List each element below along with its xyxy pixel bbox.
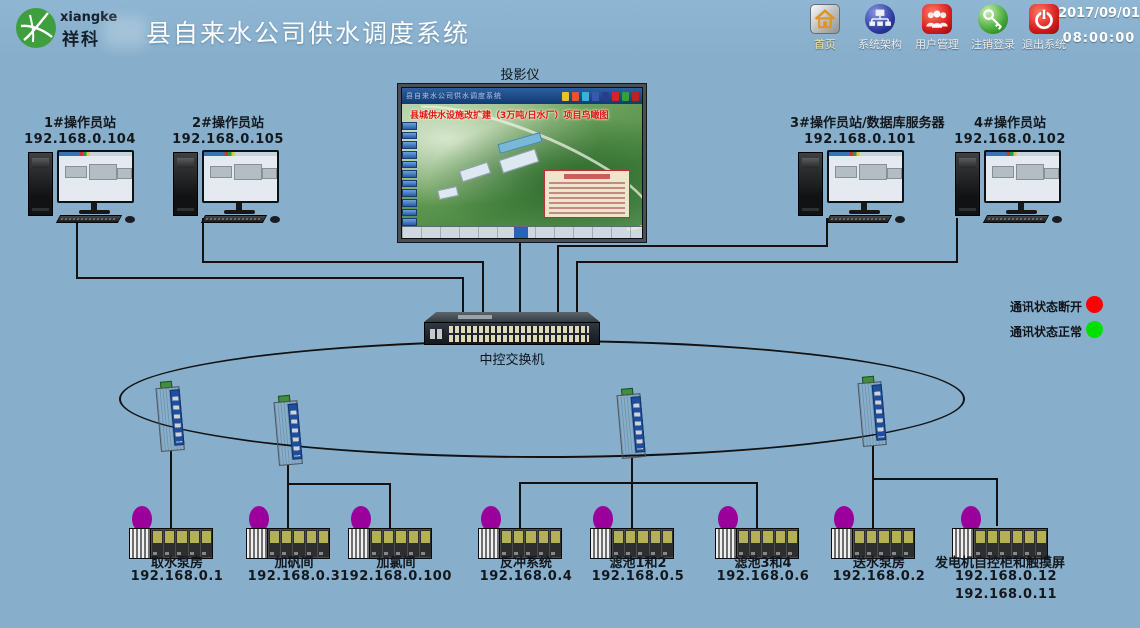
nav-architecture-button[interactable]: 系统架构	[852, 4, 908, 52]
projector-screen: 县自来水公司供水调度系统 县城供水设施改扩建（3万吨/日水厂）项目鸟瞰图	[398, 84, 646, 242]
page-title: 县自来水公司供水调度系统	[146, 14, 470, 50]
projector-info-box	[544, 170, 630, 218]
computer-icon	[798, 150, 904, 224]
plc-station-generator: 发电机自控柜和触摸屏 192.168.0.12 192.168.0.11	[930, 503, 1070, 613]
projector-label: 投影仪	[460, 64, 580, 83]
nav-users-label: 用户管理	[909, 36, 965, 52]
projector-banner: 县城供水设施改扩建（3万吨/日水厂）项目鸟瞰图	[410, 108, 640, 121]
legend-normal-label: 通讯状态正常	[992, 323, 1082, 340]
computer-icon	[28, 150, 134, 224]
projector-title-text: 县自来水公司供水调度系统	[402, 91, 562, 101]
projector-statusbar	[402, 226, 642, 238]
workstation-name: 1#操作员站	[10, 112, 150, 131]
date-display: 2017/09/01	[1058, 6, 1140, 21]
nav-home-button[interactable]: 首页	[797, 4, 853, 52]
wire	[287, 483, 391, 485]
workstation-ip: 192.168.0.101	[790, 132, 930, 147]
projector-aerial-map: 县城供水设施改扩建（3万吨/日水厂）项目鸟瞰图	[402, 104, 642, 226]
wire	[462, 277, 464, 315]
topology-icon[interactable]	[865, 4, 895, 34]
plc-station-delivery-pump: 送水泵房 192.168.0.2	[803, 503, 943, 613]
workstation-2: 2#操作员站 192.168.0.105	[158, 110, 298, 228]
plc-ip: 192.168.0.2	[803, 569, 943, 584]
legend-normal-dot	[1086, 321, 1103, 338]
logo-text-cn: 祥科	[62, 25, 100, 50]
plc-ip-2: 192.168.0.11	[930, 587, 1070, 602]
wire	[202, 261, 484, 263]
wire	[76, 277, 464, 279]
logo-icon	[14, 6, 58, 50]
workstation-4: 4#操作员站 192.168.0.102	[940, 110, 1080, 228]
plc-ip: 192.168.0.5	[562, 569, 702, 584]
time-display: 08:00:00	[1058, 31, 1140, 46]
datetime: 2017/09/01 08:00:00	[1058, 6, 1140, 46]
workstation-1: 1#操作员站 192.168.0.104	[10, 110, 150, 228]
key-icon[interactable]	[978, 4, 1008, 34]
workstation-name: 3#操作员站/数据库服务器	[790, 112, 930, 131]
nav-architecture-label: 系统架构	[852, 36, 908, 52]
wire	[482, 261, 484, 315]
plc-station-chlorination: 加氯间 192.168.0.100	[320, 503, 460, 613]
plc-ip: 192.168.0.100	[320, 569, 460, 584]
switch-uplink-ports	[430, 329, 444, 339]
map-building	[437, 186, 459, 200]
wire	[557, 245, 828, 247]
power-icon[interactable]	[1029, 4, 1059, 34]
central-switch-label: 中控交换机	[442, 349, 582, 368]
computer-icon	[955, 150, 1061, 224]
wire	[872, 478, 998, 480]
computer-icon	[173, 150, 279, 224]
projector-titlebar: 县自来水公司供水调度系统	[402, 88, 642, 104]
projector-menu-buttons	[402, 120, 417, 226]
nav-home-label: 首页	[797, 36, 853, 52]
projector-scada-view: 县自来水公司供水调度系统 县城供水设施改扩建（3万吨/日水厂）项目鸟瞰图	[402, 88, 642, 238]
workstation-ip: 192.168.0.104	[10, 132, 150, 147]
workstation-name: 2#操作员站	[158, 112, 298, 131]
home-icon[interactable]	[810, 4, 840, 34]
wire	[519, 242, 521, 315]
legend-disconnected-dot	[1086, 296, 1103, 313]
wire	[576, 261, 578, 315]
central-switch	[424, 312, 600, 350]
workstation-ip: 192.168.0.105	[158, 132, 298, 147]
users-icon[interactable]	[922, 4, 952, 34]
workstation-ip: 192.168.0.102	[940, 132, 1080, 147]
workstation-3: 3#操作员站/数据库服务器 192.168.0.101	[790, 110, 930, 228]
wire	[576, 261, 958, 263]
plc-ip: 192.168.0.12	[930, 569, 1070, 584]
nav-users-button[interactable]: 用户管理	[909, 4, 965, 52]
wire	[557, 245, 559, 315]
projector-status-notch	[514, 227, 528, 238]
nav-logout-label: 注销登录	[965, 36, 1021, 52]
legend-disconnected-label: 通讯状态断开	[992, 298, 1082, 315]
redacted-county-name	[104, 16, 146, 48]
projector-toolbar-icons	[562, 92, 642, 101]
nav-logout-button[interactable]: 注销登录	[965, 4, 1021, 52]
plc-station-filter-1-2: 滤池1和2 192.168.0.5	[562, 503, 702, 613]
switch-ports	[449, 326, 589, 341]
workstation-name: 4#操作员站	[940, 112, 1080, 131]
wire	[519, 482, 758, 484]
